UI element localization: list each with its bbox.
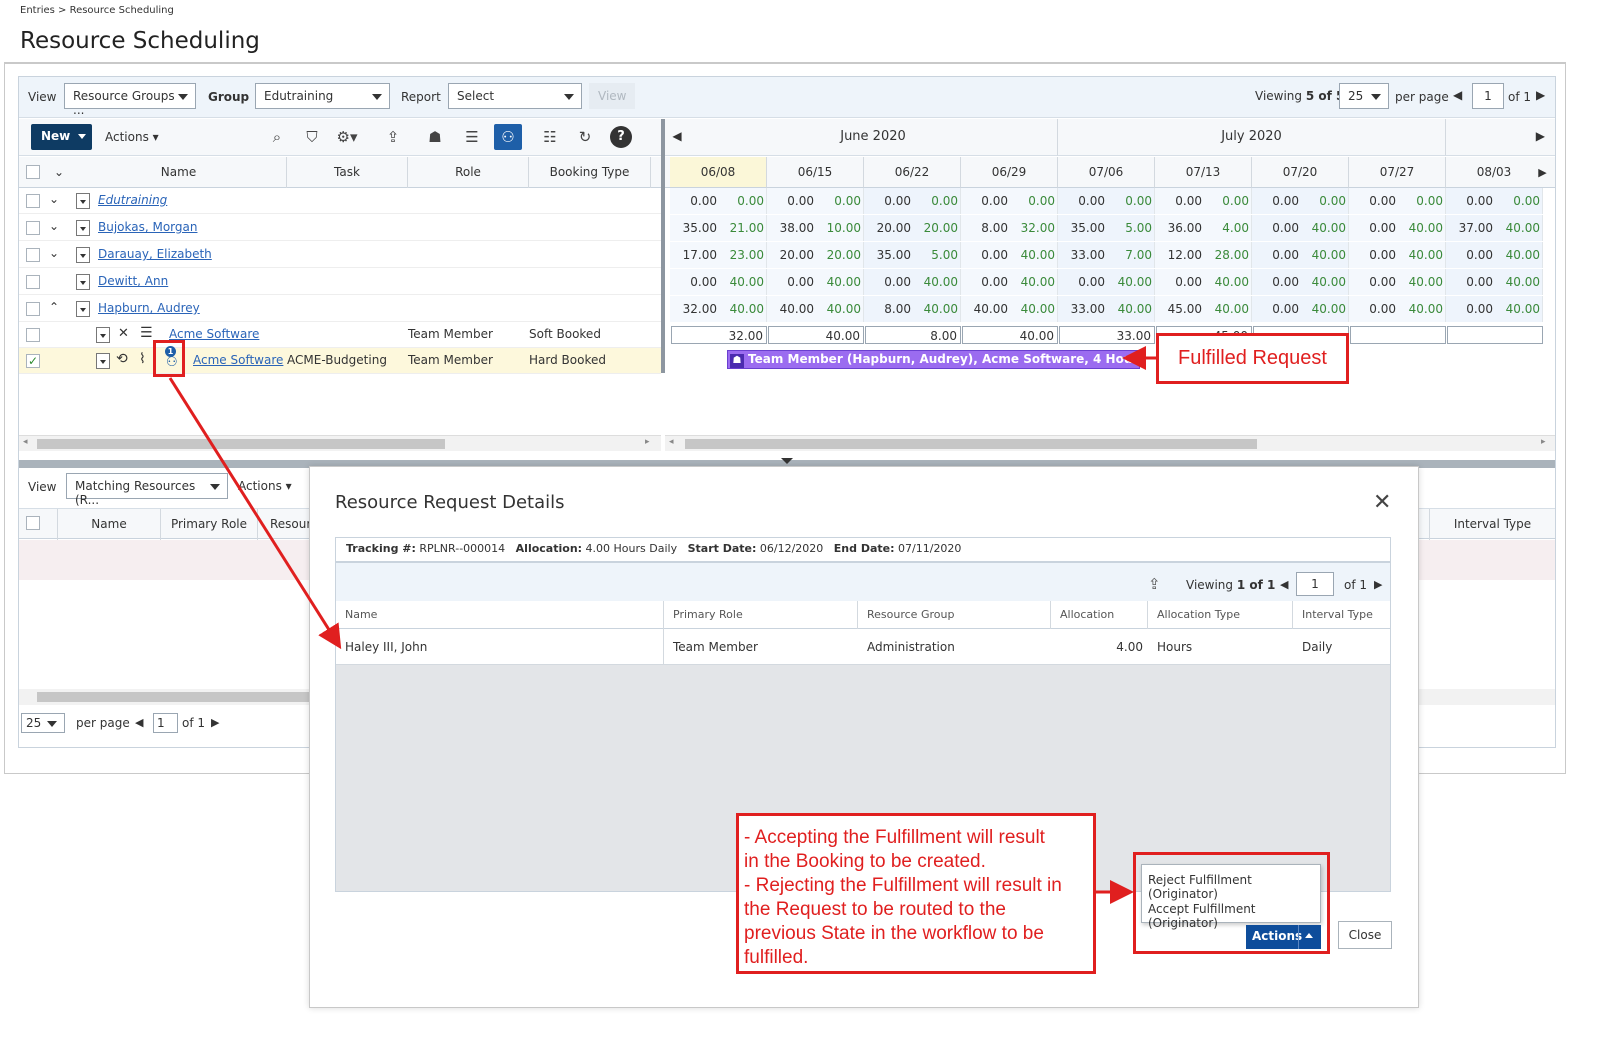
arrow-to-dialog <box>168 377 342 650</box>
annotation-arrows <box>168 346 1156 904</box>
